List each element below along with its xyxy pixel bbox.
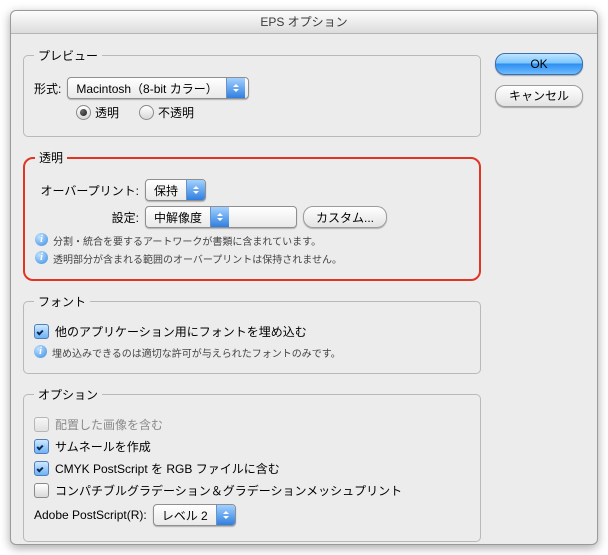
checkbox-icon — [34, 417, 49, 432]
check-embed-fonts[interactable]: 他のアプリケーション用にフォントを埋め込む — [34, 323, 307, 340]
label-preset: 設定: — [35, 209, 139, 226]
label-format: 形式: — [34, 80, 61, 97]
radio-transparent[interactable]: 透明 — [76, 104, 119, 121]
group-preview: プレビュー 形式: Macintosh（8-bit カラー） 透明 — [23, 47, 481, 137]
legend-transparency: 透明 — [35, 149, 67, 166]
group-font: フォント 他のアプリケーション用にフォントを埋め込む 埋め込みできるのは適切な許… — [23, 293, 481, 374]
label-overprint: オーバープリント: — [35, 182, 139, 199]
checkbox-icon — [34, 324, 49, 339]
info-icon — [35, 251, 48, 264]
radio-opaque[interactable]: 不透明 — [139, 104, 194, 121]
custom-button[interactable]: カスタム... — [303, 206, 387, 228]
group-options: オプション 配置した画像を含む サムネールを作成 — [23, 386, 481, 542]
chevron-updown-icon — [216, 505, 235, 525]
window-title: EPS オプション — [11, 11, 597, 34]
checkbox-icon — [34, 483, 49, 498]
legend-options: オプション — [34, 386, 102, 403]
check-thumbnail[interactable]: サムネールを作成 — [34, 438, 151, 455]
info-row: 透明部分が含まれる範囲のオーバープリントは保持されません。 — [35, 251, 469, 266]
chevron-updown-icon — [186, 180, 205, 200]
info-row: 埋め込みできるのは適切な許可が与えられたフォントのみです。 — [34, 345, 470, 360]
checkbox-icon — [34, 461, 49, 476]
legend-font: フォント — [34, 293, 90, 310]
radio-dot-icon — [76, 105, 91, 120]
ok-button[interactable]: OK — [495, 53, 583, 75]
legend-preview: プレビュー — [34, 47, 102, 64]
checkbox-icon — [34, 439, 49, 454]
popup-overprint[interactable]: 保持 — [145, 179, 206, 201]
radio-dot-icon — [139, 105, 154, 120]
check-include-placed: 配置した画像を含む — [34, 416, 163, 433]
popup-format[interactable]: Macintosh（8-bit カラー） — [67, 77, 249, 99]
check-compat-gradient[interactable]: コンパチブルグラデーション＆グラデーションメッシュプリント — [34, 482, 402, 499]
cancel-button[interactable]: キャンセル — [495, 85, 583, 107]
popup-postscript[interactable]: レベル 2 — [153, 504, 236, 526]
label-postscript: Adobe PostScript(R): — [34, 508, 147, 522]
info-row: 分割・統合を要するアートワークが書類に含まれています。 — [35, 233, 469, 248]
check-cmyk-rgb[interactable]: CMYK PostScript を RGB ファイルに含む — [34, 460, 280, 477]
info-icon — [35, 233, 48, 246]
info-icon — [34, 345, 47, 358]
chevron-updown-icon — [226, 78, 245, 98]
dialog-window: EPS オプション プレビュー 形式: Macintosh（8-bit カラー） — [10, 10, 598, 545]
group-transparency: 透明 オーバープリント: 保持 設定: 中解像度 — [23, 149, 481, 281]
popup-preset[interactable]: 中解像度 — [145, 206, 297, 228]
chevron-updown-icon — [210, 207, 229, 227]
